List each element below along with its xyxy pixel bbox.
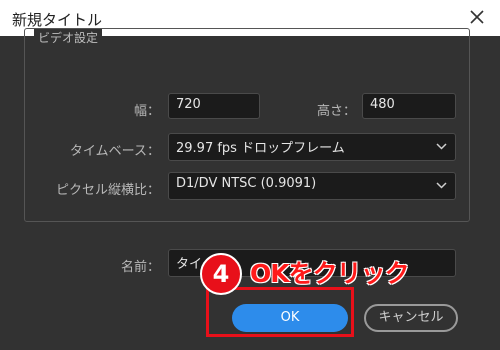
close-icon[interactable] xyxy=(464,4,490,30)
timebase-label: タイムベース： xyxy=(69,144,160,159)
ok-highlight-box xyxy=(206,287,354,337)
height-field[interactable]: 480 xyxy=(362,93,456,119)
cancel-button[interactable]: キャンセル xyxy=(364,304,458,332)
timebase-select[interactable]: 29.97 fps ドロップフレーム xyxy=(168,133,456,161)
height-label: 高さ： xyxy=(316,104,356,119)
pixel-aspect-label: ピクセル縦横比： xyxy=(55,183,160,198)
name-label: 名前： xyxy=(120,260,160,275)
instruction-callout: OKをクリック xyxy=(250,259,410,288)
window-title: 新規タイトル xyxy=(12,11,103,29)
width-field[interactable]: 720 xyxy=(168,93,260,119)
chevron-down-icon xyxy=(436,182,447,189)
pixel-aspect-select[interactable]: D1/DV NTSC (0.9091) xyxy=(168,172,456,200)
timebase-value: 29.97 fps ドロップフレーム xyxy=(176,141,345,156)
width-label: 幅： xyxy=(133,104,160,119)
chevron-down-icon xyxy=(436,143,447,150)
pixel-aspect-value: D1/DV NTSC (0.9091) xyxy=(176,176,317,191)
step-number-badge: 4 xyxy=(200,253,242,295)
video-settings-legend: ビデオ設定 xyxy=(34,29,103,46)
